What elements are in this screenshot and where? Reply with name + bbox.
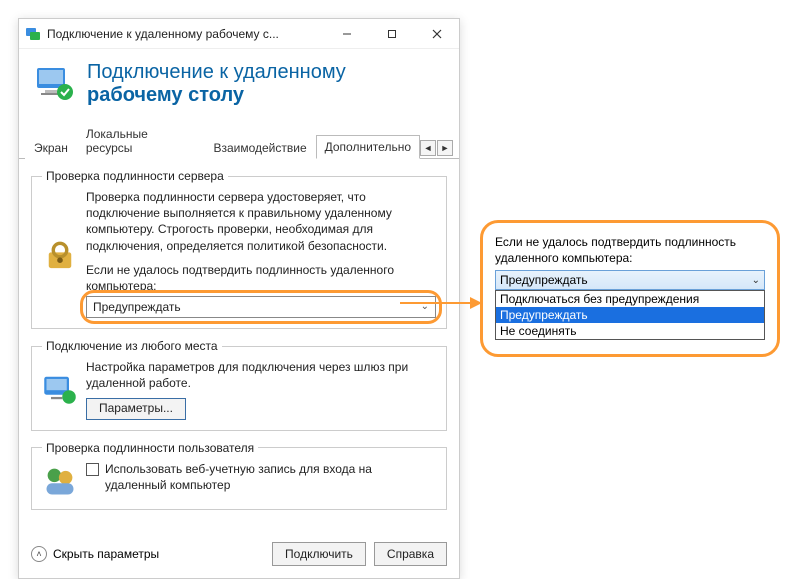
tab-scroll-right[interactable]: ► bbox=[437, 140, 453, 156]
chevron-down-icon: ⌄ bbox=[752, 275, 760, 286]
annotation-arrow bbox=[400, 302, 480, 304]
gateway-group: Подключение из любого места Настройка па… bbox=[31, 339, 447, 430]
server-auth-prompt: Если не удалось подтвердить подлинность … bbox=[86, 262, 436, 294]
close-button[interactable] bbox=[414, 19, 459, 49]
option-warn[interactable]: Предупреждать bbox=[496, 307, 764, 323]
lock-icon bbox=[42, 189, 78, 318]
web-account-checkbox[interactable] bbox=[86, 463, 99, 476]
window-title: Подключение к удаленному рабочему с... bbox=[47, 27, 324, 41]
hide-options-label: Скрыть параметры bbox=[53, 547, 159, 561]
window-controls bbox=[324, 19, 459, 49]
rdp-dialog: Подключение к удаленному рабочему с... П… bbox=[18, 18, 460, 579]
user-auth-group: Проверка подлинности пользователя Исполь… bbox=[31, 441, 447, 510]
monitor-icon bbox=[42, 359, 78, 419]
callout-dropdown[interactable]: Предупреждать ⌄ bbox=[495, 270, 765, 290]
callout-prompt: Если не удалось подтвердить подлинность … bbox=[495, 235, 765, 266]
banner-line1: Подключение к удаленному bbox=[87, 61, 346, 84]
callout-dropdown-expanded: Если не удалось подтвердить подлинность … bbox=[480, 220, 780, 357]
banner: Подключение к удаленному рабочему столу bbox=[19, 49, 459, 115]
option-no-warning[interactable]: Подключаться без предупреждения bbox=[496, 291, 764, 307]
gateway-desc: Настройка параметров для подключения чер… bbox=[86, 359, 436, 391]
banner-line2: рабочему столу bbox=[87, 84, 346, 107]
minimize-button[interactable] bbox=[324, 19, 369, 49]
user-auth-legend: Проверка подлинности пользователя bbox=[42, 441, 258, 455]
help-button[interactable]: Справка bbox=[374, 542, 447, 566]
gateway-settings-button[interactable]: Параметры... bbox=[86, 398, 186, 420]
server-auth-dropdown[interactable]: Предупреждать ⌄ bbox=[86, 296, 436, 318]
callout-dropdown-value: Предупреждать bbox=[500, 273, 588, 287]
rdp-banner-icon bbox=[35, 64, 75, 104]
server-auth-dropdown-value: Предупреждать bbox=[93, 299, 181, 315]
chevron-up-icon: ˄ bbox=[31, 546, 47, 562]
gateway-legend: Подключение из любого места bbox=[42, 339, 222, 353]
tab-display[interactable]: Экран bbox=[25, 136, 77, 159]
banner-text: Подключение к удаленному рабочему столу bbox=[87, 61, 346, 107]
connect-button[interactable]: Подключить bbox=[272, 542, 366, 566]
tab-content: Проверка подлинности сервера Проверка по… bbox=[19, 159, 459, 532]
users-icon bbox=[42, 461, 78, 499]
web-account-label: Использовать веб-учетную запись для вход… bbox=[105, 461, 436, 493]
server-auth-desc: Проверка подлинности сервера удостоверяе… bbox=[86, 189, 436, 254]
footer: ˄ Скрыть параметры Подключить Справка bbox=[19, 532, 459, 578]
tab-row: Экран Локальные ресурсы Взаимодействие Д… bbox=[19, 121, 459, 159]
server-auth-group: Проверка подлинности сервера Проверка по… bbox=[31, 169, 447, 329]
tab-advanced[interactable]: Дополнительно bbox=[316, 135, 420, 159]
tab-experience[interactable]: Взаимодействие bbox=[204, 136, 315, 159]
tab-local-resources[interactable]: Локальные ресурсы bbox=[77, 122, 205, 159]
tab-scroll: ◄ ► bbox=[420, 140, 453, 158]
tab-scroll-left[interactable]: ◄ bbox=[420, 140, 436, 156]
hide-options-toggle[interactable]: ˄ Скрыть параметры bbox=[31, 546, 159, 562]
app-icon bbox=[25, 26, 41, 42]
server-auth-legend: Проверка подлинности сервера bbox=[42, 169, 228, 183]
titlebar: Подключение к удаленному рабочему с... bbox=[19, 19, 459, 49]
maximize-button[interactable] bbox=[369, 19, 414, 49]
option-no-connect[interactable]: Не соединять bbox=[496, 323, 764, 339]
callout-listbox: Подключаться без предупреждения Предупре… bbox=[495, 290, 765, 340]
